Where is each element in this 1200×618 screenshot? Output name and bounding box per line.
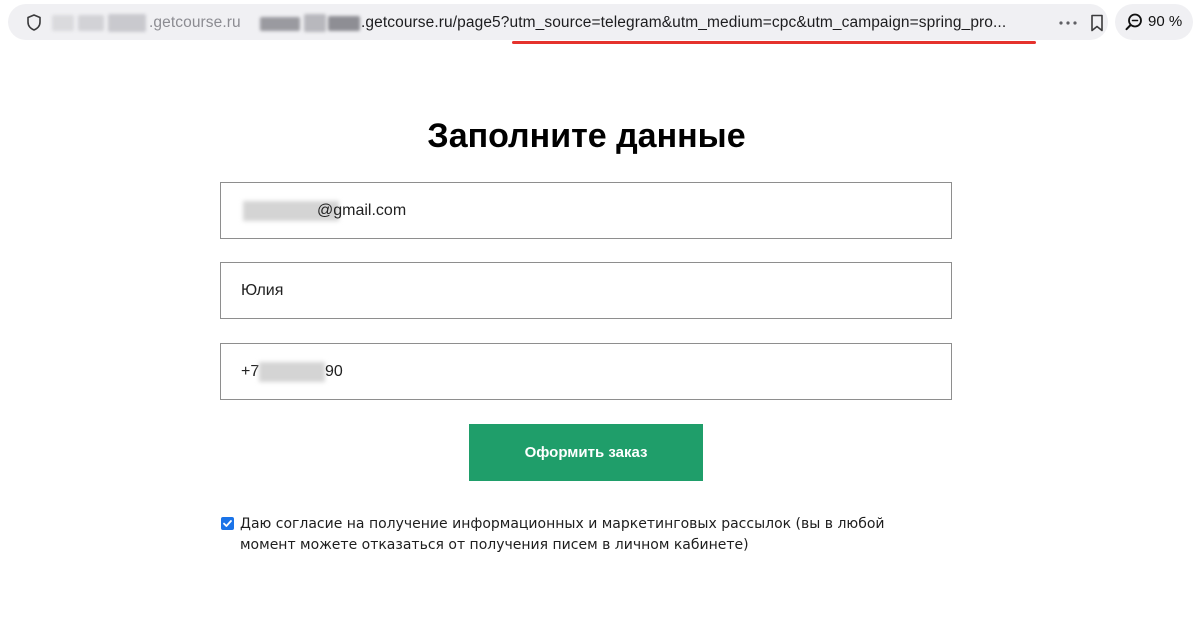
name-field[interactable]: [220, 262, 952, 319]
phone-field[interactable]: +7 90: [220, 343, 952, 400]
blurred-subdomain: [78, 15, 104, 31]
phone-suffix: 90: [325, 363, 343, 380]
zoom-control[interactable]: 90 %: [1115, 4, 1193, 40]
browser-toolbar: .getcourse.ru .getcourse.ru/page5?utm_so…: [0, 0, 1200, 46]
more-icon[interactable]: [1059, 21, 1077, 25]
bookmark-icon[interactable]: [1090, 14, 1104, 32]
address-bar[interactable]: .getcourse.ru .getcourse.ru/page5?utm_so…: [8, 4, 1108, 44]
shield-icon[interactable]: [26, 14, 42, 31]
zoom-level: 90 %: [1148, 13, 1183, 30]
phone-prefix: +7: [241, 363, 260, 380]
url-highlight-underline: [512, 41, 1036, 44]
url-path: .getcourse.ru/page5?utm_source=telegram&…: [361, 14, 1007, 31]
consent-checkbox[interactable]: [221, 517, 234, 530]
zoom-icon: [1125, 13, 1142, 31]
blurred-subdomain: [108, 14, 146, 32]
email-domain: @gmail.com: [317, 202, 407, 219]
checkbox-checked-icon: [223, 520, 232, 527]
email-field[interactable]: @gmail.com: [220, 182, 952, 239]
blurred-subdomain: [304, 14, 326, 32]
blurred-subdomain: [52, 15, 74, 31]
url-domain: .getcourse.ru: [149, 14, 241, 31]
consent-label: Даю согласие на получение информационных…: [240, 516, 885, 553]
blurred-subdomain: [328, 16, 360, 31]
page-title: Заполните данные: [427, 117, 746, 155]
blurred-subdomain: [260, 17, 300, 31]
submit-order-button[interactable]: Оформить заказ: [469, 424, 703, 481]
name-input[interactable]: [221, 263, 951, 318]
blurred-phone-digits: [259, 362, 325, 382]
